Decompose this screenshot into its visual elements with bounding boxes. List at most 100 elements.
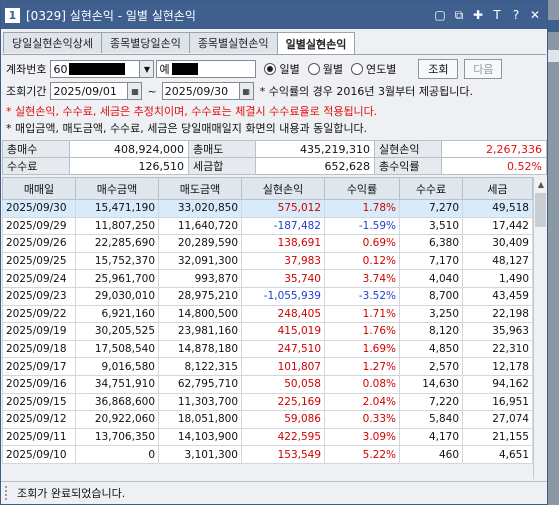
masked-account bbox=[69, 63, 126, 75]
background-title-fragment bbox=[548, 20, 559, 32]
cell-commission: 7,270 bbox=[399, 199, 463, 218]
table-row[interactable]: 2025/09/30 15,471,190 33,020,850 575,012 1.7… bbox=[2, 199, 533, 218]
password-input[interactable]: 예 bbox=[156, 60, 257, 78]
radio-yearly-label: 연도별 bbox=[365, 63, 397, 76]
cell-date: 2025/09/17 bbox=[2, 357, 76, 376]
table-row[interactable]: 2025/09/29 11,807,250 11,640,720 -187,482 -1… bbox=[2, 216, 533, 236]
account-input[interactable]: 60 bbox=[50, 60, 141, 78]
cell-sell-amount: 11,640,720 bbox=[158, 216, 242, 236]
table-row[interactable]: 2025/09/18 17,508,540 14,878,180 247,510 1.6… bbox=[2, 339, 533, 359]
table-row[interactable]: 2025/09/10 0 3,101,300 153,549 5.22% 460 4,651 bbox=[2, 445, 533, 464]
radio-yearly-circle bbox=[350, 63, 363, 75]
note-black: * 매입금액, 매도금액, 수수료, 세금은 당일매매일지 화면의 내용과 동일… bbox=[6, 122, 368, 135]
table-row[interactable]: 2025/09/25 15,752,370 32,091,300 37,983 0.12… bbox=[2, 251, 533, 271]
cell-tax: 27,074 bbox=[462, 410, 533, 429]
table-row[interactable]: 2025/09/16 34,751,910 62,795,710 50,058 0.08… bbox=[2, 374, 533, 394]
restore-icon[interactable]: ▢ bbox=[432, 7, 448, 23]
cell-date: 2025/09/29 bbox=[2, 216, 76, 236]
cell-commission: 6,380 bbox=[399, 234, 463, 253]
cell-commission: 8,700 bbox=[399, 286, 463, 306]
summary-label: 수수료 bbox=[2, 157, 70, 175]
cell-buy-amount: 34,751,910 bbox=[75, 374, 159, 394]
account-dropdown-icon[interactable]: ▼ bbox=[140, 60, 155, 78]
tab-stock-realized[interactable]: 종목별실현손익 bbox=[188, 32, 278, 53]
grip-icon bbox=[5, 486, 11, 500]
cell-realized-pnl: 35,740 bbox=[241, 269, 325, 288]
window-number-badge: 1 bbox=[5, 7, 20, 23]
help-icon[interactable]: ? bbox=[508, 7, 524, 23]
header-date[interactable]: 매매일 bbox=[2, 177, 76, 200]
note-red: * 실현손익, 수수료, 세금은 추정치이며, 수수료는 체결시 수수료율로 적… bbox=[6, 105, 378, 118]
close-icon[interactable]: ✕ bbox=[527, 7, 543, 23]
cell-sell-amount: 18,051,800 bbox=[158, 410, 242, 429]
grid-scrollbar[interactable]: ▲ bbox=[533, 177, 547, 479]
cell-realized-pnl: 101,807 bbox=[241, 357, 325, 376]
pin-icon[interactable]: ✚ bbox=[470, 7, 486, 23]
cell-sell-amount: 993,870 bbox=[158, 269, 242, 288]
date-from-calendar-icon[interactable]: ▦ bbox=[128, 82, 143, 100]
cell-tax: 4,651 bbox=[462, 445, 533, 464]
table-row[interactable]: 2025/09/23 29,030,010 28,975,210 -1,055,939… bbox=[2, 286, 533, 306]
tab-daily-detail[interactable]: 당일실현손익상세 bbox=[3, 32, 102, 53]
summary-label: 총매수 bbox=[2, 140, 70, 158]
summary-label: 세금합 bbox=[188, 157, 256, 175]
date-from-input[interactable]: 2025/09/01 bbox=[50, 82, 129, 100]
table-row[interactable]: 2025/09/26 22,285,690 20,289,590 138,691 0.6… bbox=[2, 234, 533, 253]
cell-tax: 30,409 bbox=[462, 234, 533, 253]
table-row[interactable]: 2025/09/17 9,016,580 8,122,315 101,807 1.27%… bbox=[2, 357, 533, 376]
date-to-input[interactable]: 2025/09/30 bbox=[161, 82, 240, 100]
cell-buy-amount: 20,922,060 bbox=[75, 410, 159, 429]
date-tilde: ~ bbox=[147, 84, 157, 98]
scroll-thumb[interactable] bbox=[535, 193, 546, 227]
title-bar[interactable]: 1 [0329] 실현손익 - 일별 실현손익 ▢ ⧉ ✚ T ? ✕ bbox=[1, 1, 547, 29]
header-sell-amount[interactable]: 매도금액 bbox=[158, 177, 242, 200]
header-commission[interactable]: 수수료 bbox=[399, 177, 463, 200]
window-icon[interactable]: ⧉ bbox=[451, 7, 467, 23]
cell-commission: 8,120 bbox=[399, 322, 463, 341]
tab-daily-realized[interactable]: 일별실현손익 bbox=[276, 32, 356, 55]
summary-label: 실현손익 bbox=[374, 140, 442, 158]
cell-commission: 7,220 bbox=[399, 392, 463, 412]
date-from-value: 2025/09/01 bbox=[53, 84, 117, 98]
cell-date: 2025/09/12 bbox=[2, 410, 76, 429]
query-button[interactable]: 조회 bbox=[418, 59, 459, 79]
cell-sell-amount: 14,103,900 bbox=[158, 427, 242, 447]
header-return[interactable]: 수익률 bbox=[324, 177, 400, 200]
header-realized-pnl[interactable]: 실현손익 bbox=[241, 177, 325, 200]
cell-realized-pnl: 59,086 bbox=[241, 410, 325, 429]
cell-realized-pnl: 50,058 bbox=[241, 374, 325, 394]
radio-yearly[interactable]: 연도별 bbox=[350, 61, 397, 77]
summary-table: 총매수 408,924,000 총매도 435,219,310 실현손익 2,2… bbox=[2, 140, 547, 175]
radio-monthly[interactable]: 월별 bbox=[307, 61, 343, 77]
period-label: 조회기간 bbox=[6, 85, 47, 98]
table-row[interactable]: 2025/09/11 13,706,350 14,103,900 422,595 3.0… bbox=[2, 427, 533, 447]
cell-sell-amount: 14,800,500 bbox=[158, 304, 242, 324]
cell-buy-amount: 11,807,250 bbox=[75, 216, 159, 236]
table-row[interactable]: 2025/09/15 36,868,600 11,303,700 225,169 2.0… bbox=[2, 392, 533, 412]
radio-daily[interactable]: 일별 bbox=[264, 61, 300, 77]
font-icon[interactable]: T bbox=[489, 7, 505, 23]
summary-value: 652,628 bbox=[255, 157, 375, 175]
table-row[interactable]: 2025/09/24 25,961,700 993,870 35,740 3.74% 4,… bbox=[2, 269, 533, 288]
tab-bar: 당일실현손익상세 종목별당일손익 종목별실현손익 일별실현손익 bbox=[3, 32, 356, 55]
table-row[interactable]: 2025/09/22 6,921,160 14,800,500 248,405 1.71… bbox=[2, 304, 533, 324]
cell-tax: 43,459 bbox=[462, 286, 533, 306]
table-row[interactable]: 2025/09/19 30,205,525 23,981,160 415,019 1.7… bbox=[2, 322, 533, 341]
cell-sell-amount: 11,303,700 bbox=[158, 392, 242, 412]
cell-sell-amount: 3,101,300 bbox=[158, 445, 242, 464]
date-to-calendar-icon[interactable]: ▦ bbox=[239, 82, 254, 100]
header-tax[interactable]: 세금 bbox=[462, 177, 533, 200]
cell-return: -1.59% bbox=[324, 216, 400, 236]
header-buy-amount[interactable]: 매수금액 bbox=[75, 177, 159, 200]
next-button[interactable]: 다음 bbox=[464, 59, 503, 79]
cell-realized-pnl: 247,510 bbox=[241, 339, 325, 359]
cell-date: 2025/09/24 bbox=[2, 269, 76, 288]
cell-commission: 2,570 bbox=[399, 357, 463, 376]
summary-label: 총매도 bbox=[188, 140, 256, 158]
grid-header-row: 매매일 매수금액 매도금액 실현손익 수익률 수수료 세금 bbox=[2, 177, 533, 200]
cell-realized-pnl: 422,595 bbox=[241, 427, 325, 447]
table-row[interactable]: 2025/09/12 20,922,060 18,051,800 59,086 0.33… bbox=[2, 410, 533, 429]
cell-return: 3.09% bbox=[324, 427, 400, 447]
tab-stock-daily[interactable]: 종목별당일손익 bbox=[100, 32, 190, 53]
scroll-up-icon[interactable]: ▲ bbox=[534, 177, 547, 191]
